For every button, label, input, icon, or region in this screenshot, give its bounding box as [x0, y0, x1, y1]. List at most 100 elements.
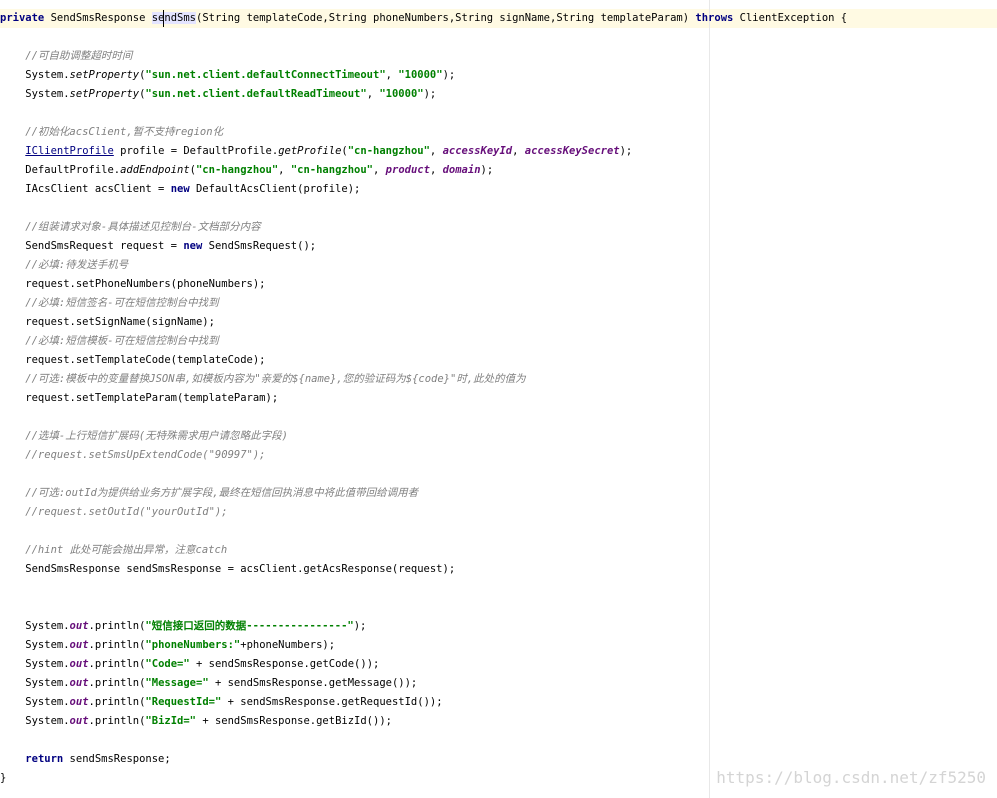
code-line[interactable]: IClientProfile profile = DefaultProfile.…	[0, 142, 997, 161]
code-string: "cn-hangzhou"	[347, 145, 430, 157]
code-token: addEndpoint	[120, 164, 190, 176]
code-token: ,	[429, 145, 443, 157]
code-line[interactable]: request.setTemplateParam(templateParam);	[0, 389, 997, 408]
code-token: .println(	[88, 715, 146, 727]
code-line[interactable]: //初始化acsClient,暂不支持region化	[0, 123, 997, 142]
code-token: DefaultAcsClient(profile);	[189, 183, 361, 195]
code-field: out	[69, 620, 89, 632]
code-string: "cn-hangzhou"	[195, 164, 279, 176]
code-line[interactable]: SendSmsResponse sendSmsResponse = acsCli…	[0, 560, 997, 579]
code-token: request.setPhoneNumbers(phoneNumbers);	[0, 278, 266, 290]
code-token: +phoneNumbers);	[240, 639, 336, 651]
code-highlighted-symbol: sendSms	[151, 12, 196, 24]
code-line[interactable]: //必填:待发送手机号	[0, 256, 997, 275]
code-token: ,	[429, 164, 443, 176]
code-line[interactable]	[0, 28, 997, 47]
code-line[interactable]: //request.setSmsUpExtendCode("90997");	[0, 446, 997, 465]
code-line[interactable]	[0, 579, 997, 598]
code-line[interactable]: System.out.println("RequestId=" + sendSm…	[0, 693, 997, 712]
code-token: + sendSmsResponse.getMessage());	[208, 677, 418, 689]
code-comment: //可选:模板中的变量替换JSON串,如模板内容为"亲爱的${name},您的验…	[0, 373, 526, 385]
code-token: ,	[512, 145, 525, 157]
code-field: out	[69, 658, 89, 670]
code-keyword: private	[0, 12, 45, 24]
code-line[interactable]: System.out.println("短信接口返回的数据-----------…	[0, 617, 997, 636]
code-token: .println(	[88, 639, 146, 651]
code-field: out	[69, 696, 89, 708]
code-token: (String templateCode,String phoneNumbers…	[196, 12, 696, 24]
code-lines[interactable]: private SendSmsResponse sendSms(String t…	[0, 9, 997, 788]
code-line[interactable]: request.setTemplateCode(templateCode);	[0, 351, 997, 370]
code-string: "10000"	[398, 69, 443, 81]
code-token: request.setTemplateParam(templateParam);	[0, 392, 279, 404]
code-line[interactable]: //可自助调整超时时间	[0, 47, 997, 66]
code-line[interactable]: IAcsClient acsClient = new DefaultAcsCli…	[0, 180, 997, 199]
code-token: sendSmsResponse;	[63, 753, 171, 765]
code-comment: //组装请求对象-具体描述见控制台-文档部分内容	[0, 221, 261, 233]
code-comment: //request.setOutId("yourOutId");	[0, 506, 228, 518]
code-token: System.	[0, 715, 70, 727]
code-line[interactable]: System.out.println("phoneNumbers:"+phone…	[0, 636, 997, 655]
code-string: "sun.net.client.defaultConnectTimeout"	[145, 69, 386, 81]
code-line[interactable]: request.setSignName(signName);	[0, 313, 997, 332]
code-token: + sendSmsResponse.getRequestId());	[221, 696, 443, 708]
code-token: System.	[0, 639, 70, 651]
code-line[interactable]: return sendSmsResponse;	[0, 750, 997, 769]
code-line[interactable]: //request.setOutId("yourOutId");	[0, 503, 997, 522]
code-string: "短信接口返回的数据----------------"	[145, 620, 354, 632]
code-string: "cn-hangzhou"	[290, 164, 374, 176]
code-token: request.setTemplateCode(templateCode);	[0, 354, 266, 366]
code-line[interactable]: //选填-上行短信扩展码(无特殊需求用户请忽略此字段)	[0, 427, 997, 446]
code-line[interactable]	[0, 598, 997, 617]
code-field: out	[69, 639, 89, 651]
code-line[interactable]: //可选:模板中的变量替换JSON串,如模板内容为"亲爱的${name},您的验…	[0, 370, 997, 389]
code-token: .println(	[88, 620, 146, 632]
code-line[interactable]	[0, 408, 997, 427]
code-field: out	[69, 677, 89, 689]
code-keyword: throws	[695, 12, 734, 24]
text-caret	[163, 10, 164, 27]
code-line[interactable]: DefaultProfile.addEndpoint("cn-hangzhou"…	[0, 161, 997, 180]
code-token: .println(	[88, 696, 146, 708]
code-line[interactable]	[0, 522, 997, 541]
code-string: "Message="	[145, 677, 209, 689]
code-line[interactable]: //可选:outId为提供给业务方扩展字段,最终在短信回执消息中将此值带回给调用…	[0, 484, 997, 503]
code-line[interactable]	[0, 465, 997, 484]
code-line[interactable]: //必填:短信模板-可在短信控制台中找到	[0, 332, 997, 351]
code-line[interactable]	[0, 104, 997, 123]
code-field: accessKeyId	[442, 145, 513, 157]
code-line[interactable]: System.out.println("BizId=" + sendSmsRes…	[0, 712, 997, 731]
code-line[interactable]: //hint 此处可能会抛出异常，注意catch	[0, 541, 997, 560]
code-token: ClientException {	[733, 12, 848, 24]
code-line[interactable]: System.setProperty("sun.net.client.defau…	[0, 66, 997, 85]
code-token: );	[480, 164, 494, 176]
code-line[interactable]: private SendSmsResponse sendSms(String t…	[0, 9, 997, 28]
code-string: "10000"	[379, 88, 424, 100]
code-token: );	[619, 145, 633, 157]
code-line[interactable]: System.out.println("Message=" + sendSmsR…	[0, 674, 997, 693]
code-field: product	[385, 164, 430, 176]
code-line[interactable]: request.setPhoneNumbers(phoneNumbers);	[0, 275, 997, 294]
code-keyword: return	[25, 753, 64, 765]
code-line[interactable]	[0, 731, 997, 750]
code-token: .println(	[88, 677, 146, 689]
code-token: ,	[278, 164, 291, 176]
code-line[interactable]	[0, 199, 997, 218]
code-editor[interactable]: private SendSmsResponse sendSms(String t…	[0, 0, 997, 798]
code-string: "Code="	[145, 658, 190, 670]
code-line[interactable]: //必填:短信签名-可在短信控制台中找到	[0, 294, 997, 313]
code-token: System.	[0, 696, 70, 708]
code-line[interactable]: SendSmsRequest request = new SendSmsRequ…	[0, 237, 997, 256]
code-token: SendSmsResponse	[44, 12, 152, 24]
code-keyword: new	[170, 183, 190, 195]
code-token: SendSmsRequest request =	[0, 240, 184, 252]
code-token: System.	[0, 677, 70, 689]
code-string: "RequestId="	[145, 696, 222, 708]
code-type-link[interactable]: IClientProfile	[25, 145, 114, 157]
code-comment: //选填-上行短信扩展码(无特殊需求用户请忽略此字段)	[0, 430, 288, 442]
code-line[interactable]: System.setProperty("sun.net.client.defau…	[0, 85, 997, 104]
code-line[interactable]: System.out.println("Code=" + sendSmsResp…	[0, 655, 997, 674]
code-line[interactable]: //组装请求对象-具体描述见控制台-文档部分内容	[0, 218, 997, 237]
code-field: domain	[442, 164, 481, 176]
